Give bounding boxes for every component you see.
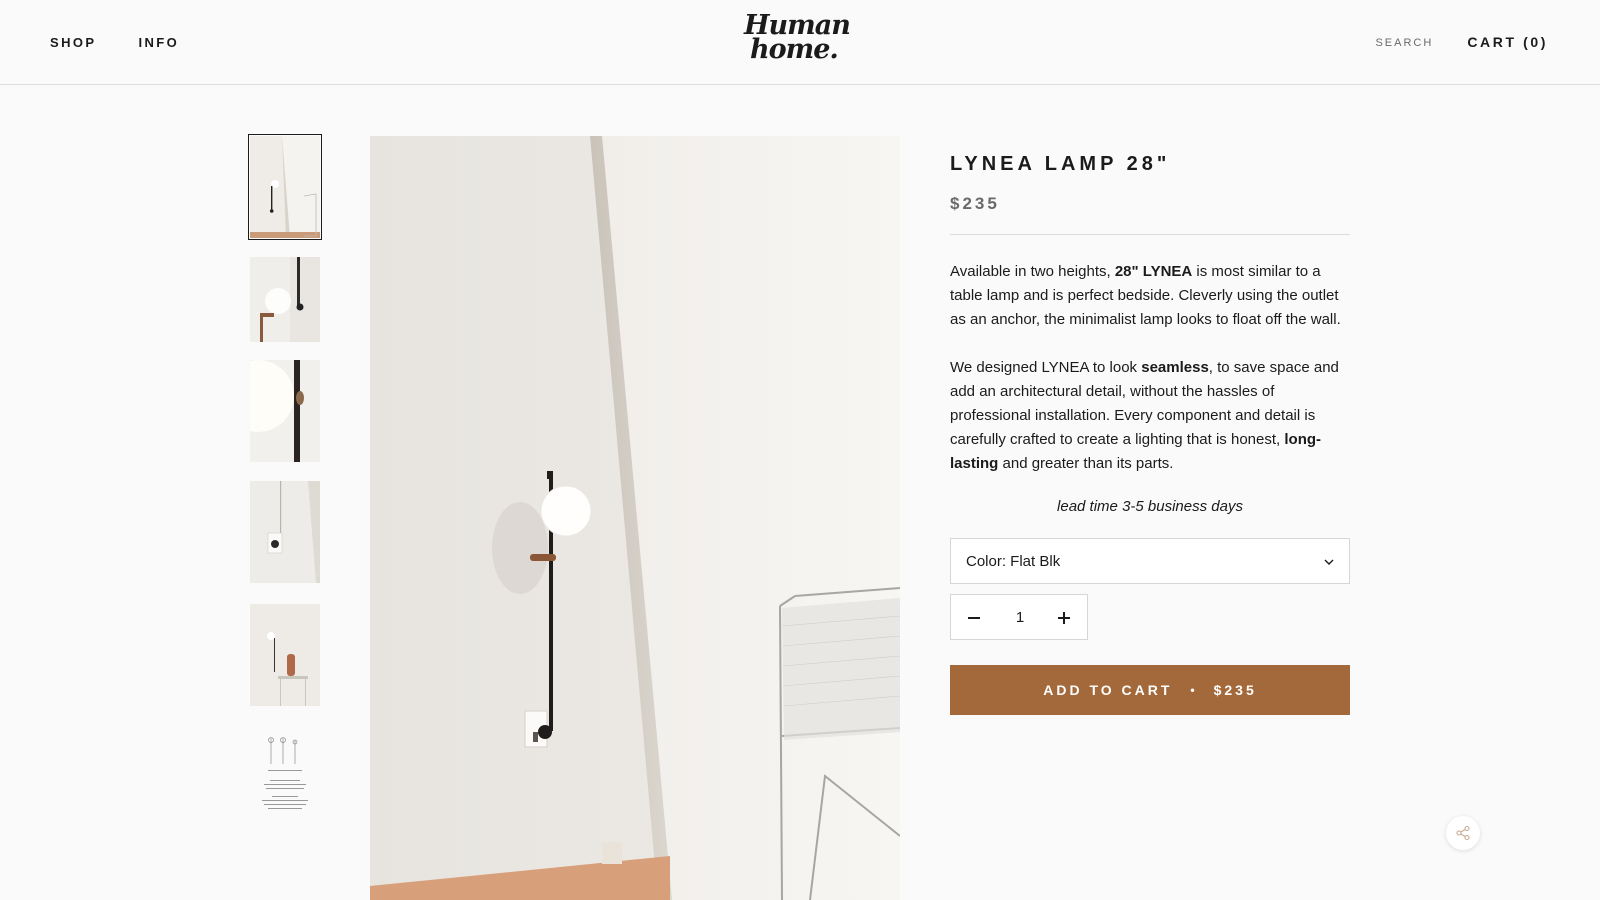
thumbnail-1-image [250,136,320,238]
thumbnail-4[interactable] [250,481,320,583]
add-to-cart-price: $235 [1213,682,1257,698]
product-info: LYNEA LAMP 28" $235 Available in two hei… [950,136,1350,715]
chevron-down-icon [1324,559,1334,565]
quantity-decrease-button[interactable] [951,595,997,641]
divider [950,234,1350,235]
thumbnail-5[interactable] [250,604,320,706]
cart-link[interactable]: CART (0) [1467,34,1548,50]
product-main-image[interactable] [370,136,900,900]
site-header: SHOP INFO Human home. SEARCH CART (0) [0,0,1600,85]
thumbnail-3-image [250,360,320,462]
quantity-increase-button[interactable] [1041,595,1087,641]
thumbnail-2[interactable] [250,257,320,342]
color-select[interactable]: Color: Flat Blk [950,538,1350,584]
quantity-value[interactable]: 1 [997,609,1043,626]
product-photo [370,136,900,900]
description-paragraph-2: We designed LYNEA to look seamless, to s… [950,359,1339,472]
thumbnail-5-image [250,604,320,706]
add-to-cart-separator: • [1190,683,1198,697]
share-icon [1456,825,1470,841]
header-actions: SEARCH CART (0) [1375,34,1548,50]
description-paragraph-1: Available in two heights, 28" LYNEA is m… [950,263,1341,328]
add-to-cart-button[interactable]: ADD TO CART • $235 [950,665,1350,715]
thumbnail-1[interactable] [248,134,322,240]
share-button[interactable] [1446,816,1480,850]
product-title: LYNEA LAMP 28" [950,153,1171,175]
search-link[interactable]: SEARCH [1375,37,1433,49]
product-price: $235 [950,194,1000,213]
main-nav: SHOP INFO [50,35,179,50]
thumbnail-3[interactable] [250,360,320,462]
thumbnail-6[interactable] [250,726,320,816]
nav-shop[interactable]: SHOP [50,35,96,50]
logo-wordmark: Human home. [744,10,851,65]
add-to-cart-label: ADD TO CART [1043,682,1173,698]
nav-info[interactable]: INFO [138,35,179,50]
thumbnail-4-image [250,481,320,583]
lead-time: lead time 3-5 business days [1057,498,1243,515]
color-select-value: Color: Flat Blk [966,553,1061,570]
thumbnail-2-image [250,257,320,342]
thumbnail-6-image [250,726,320,816]
quantity-stepper: 1 [950,594,1088,640]
product-description: Available in two heights, 28" LYNEA is m… [950,260,1350,476]
brand-logo[interactable]: Human home. [740,10,860,70]
